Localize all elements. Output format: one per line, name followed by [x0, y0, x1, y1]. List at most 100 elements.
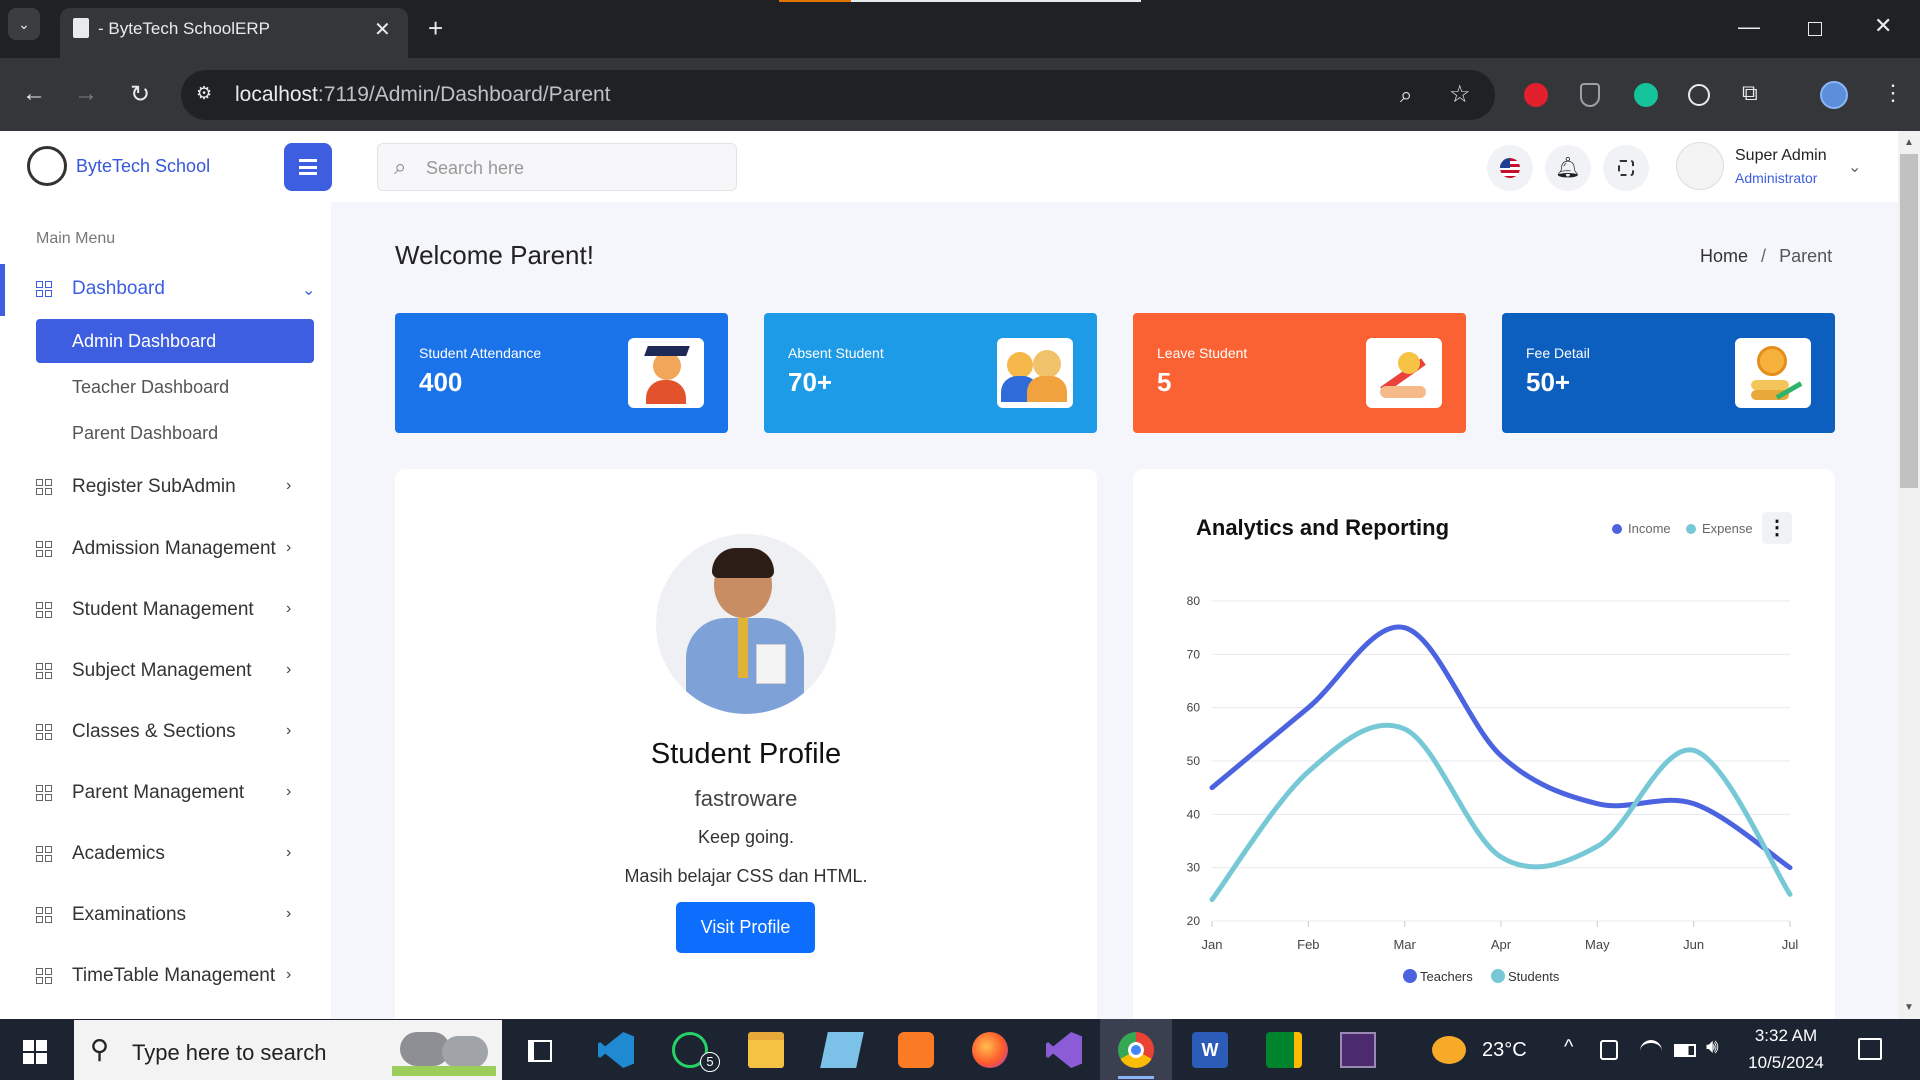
analytics-options-button[interactable]: ⋮ — [1762, 512, 1792, 544]
extension-shield-icon[interactable] — [1580, 83, 1600, 107]
weather-icon[interactable] — [1432, 1036, 1466, 1064]
sidebar-subitem-admin-dashboard[interactable]: Admin Dashboard — [36, 319, 314, 363]
chrome-icon[interactable] — [1118, 1032, 1154, 1068]
sidebar-active-indicator — [0, 264, 5, 316]
search-icon: ⚲ — [90, 1034, 110, 1064]
terminal-icon[interactable] — [1340, 1032, 1376, 1068]
search-icon: ⌕ — [394, 154, 407, 179]
back-icon[interactable]: ← — [22, 80, 46, 108]
extension-media-icon[interactable] — [1688, 84, 1710, 106]
task-view-icon[interactable] — [528, 1040, 552, 1062]
sidebar-item-dashboard[interactable]: Dashboard — [36, 278, 165, 300]
taskbar-search-input[interactable]: Type here to search — [132, 1040, 326, 1066]
x-tick-label: Jan — [1202, 937, 1223, 952]
sidebar-item-timetable-management[interactable]: TimeTable Management — [36, 965, 275, 987]
analytics-legend-expense[interactable]: Expense — [1686, 521, 1753, 536]
meet-icon[interactable] — [1266, 1032, 1302, 1068]
search-input[interactable]: Search here — [426, 158, 524, 179]
zoom-icon[interactable]: ⌕ — [1400, 82, 1412, 108]
breadcrumb-home[interactable]: Home — [1700, 246, 1748, 266]
user-name[interactable]: Super Admin — [1735, 147, 1827, 165]
series-line-teachers — [1209, 624, 1793, 871]
tray-meet-now-icon[interactable] — [1600, 1040, 1618, 1060]
tab-list-button[interactable]: ⌄ — [8, 8, 40, 40]
new-tab-icon[interactable]: + — [428, 13, 443, 44]
xampp-icon[interactable] — [898, 1032, 934, 1068]
legend-dot-icon — [1612, 523, 1622, 534]
sidebar-item-parent-management[interactable]: Parent Management — [36, 782, 244, 804]
analytics-legend-income[interactable]: Income — [1612, 521, 1671, 536]
site-info-icon[interactable]: ⚙ — [196, 83, 212, 104]
scrollbar-thumb[interactable] — [1900, 154, 1918, 488]
sidebar-subitem-parent-dashboard[interactable]: Parent Dashboard — [72, 423, 218, 444]
tab-title: - ByteTech SchoolERP — [98, 19, 270, 38]
series-line-students — [1209, 722, 1793, 903]
extension-grammarly-icon[interactable] — [1634, 83, 1658, 107]
grid-icon — [36, 602, 52, 618]
notes-app-icon[interactable] — [820, 1032, 864, 1068]
more-vertical-icon: ⋮ — [1767, 517, 1787, 539]
menu-toggle-button[interactable] — [284, 143, 332, 191]
sidebar-item-academics[interactable]: Academics — [36, 843, 165, 865]
user-avatar[interactable] — [1676, 142, 1724, 190]
clock-date[interactable]: 10/5/2024 — [1736, 1053, 1836, 1073]
notification-center-icon[interactable] — [1858, 1038, 1882, 1060]
stat-card-fee-detail[interactable]: Fee Detail 50+ — [1502, 313, 1835, 433]
firefox-icon[interactable] — [972, 1032, 1008, 1068]
grid-icon — [36, 968, 52, 984]
notification-button[interactable]: 🔔︎ — [1545, 145, 1591, 191]
minimize-icon[interactable]: — — [1738, 14, 1760, 40]
y-tick-label: 60 — [1187, 701, 1201, 715]
restore-icon[interactable] — [1808, 22, 1822, 36]
extension-stop-icon[interactable] — [1524, 83, 1548, 107]
sidebar-item-examinations[interactable]: Examinations — [36, 904, 186, 926]
url-text[interactable]: localhost:7119/Admin/Dashboard/Parent — [235, 83, 611, 107]
sidebar-item-admission-management[interactable]: Admission Management — [36, 538, 276, 560]
sidebar-item-register-subadmin[interactable]: Register SubAdmin — [36, 476, 236, 498]
windows-start-icon[interactable] — [23, 1040, 47, 1064]
chevron-down-icon[interactable]: ⌄ — [302, 280, 315, 300]
legend-label: Teachers — [1420, 969, 1473, 984]
tray-chevron-up-icon[interactable]: ^ — [1564, 1036, 1573, 1059]
search-box[interactable]: ⌕ Search here — [377, 143, 737, 191]
bookmark-star-icon[interactable]: ☆ — [1449, 80, 1471, 109]
word-icon[interactable]: W — [1192, 1032, 1228, 1068]
forward-icon[interactable]: → — [74, 80, 98, 108]
chart-series — [1209, 624, 1793, 903]
wifi-icon[interactable] — [1640, 1040, 1662, 1062]
stat-card-absent-student[interactable]: Absent Student 70+ — [764, 313, 1097, 433]
close-window-icon[interactable]: ✕ — [1874, 13, 1892, 39]
reload-icon[interactable]: ↻ — [130, 80, 150, 109]
brand-name[interactable]: ByteTech School — [76, 156, 210, 177]
sidebar-item-subject-management[interactable]: Subject Management — [36, 660, 252, 682]
stat-card-leave-student[interactable]: Leave Student 5 — [1133, 313, 1466, 433]
sidebar-subitem-teacher-dashboard[interactable]: Teacher Dashboard — [72, 377, 229, 398]
tab-close-icon[interactable]: ✕ — [374, 17, 391, 42]
battery-icon[interactable] — [1674, 1044, 1696, 1057]
user-menu-chevron-icon[interactable]: ⌄ — [1848, 157, 1861, 177]
browser-menu-icon[interactable]: ⋮ — [1882, 80, 1904, 106]
sidebar-item-label: Admission Management — [72, 538, 276, 559]
profile-avatar[interactable] — [1820, 81, 1848, 109]
taskbar-search-box[interactable]: ⚲ Type here to search — [74, 1020, 502, 1080]
scroll-down-arrow-icon[interactable]: ▼ — [1904, 1002, 1914, 1013]
extensions-puzzle-icon[interactable]: ⧉ — [1742, 80, 1758, 106]
sidebar-item-student-management[interactable]: Student Management — [36, 599, 254, 621]
graduate-icon — [628, 338, 704, 408]
chevron-right-icon: › — [286, 661, 292, 678]
bell-icon: 🔔︎ — [1555, 157, 1581, 179]
volume-icon[interactable]: 🔊︎ — [1706, 1036, 1719, 1059]
sidebar-item-classes-sections[interactable]: Classes & Sections — [36, 721, 236, 743]
profile-title: Student Profile — [650, 738, 842, 770]
file-explorer-icon[interactable] — [748, 1032, 784, 1068]
fullscreen-button[interactable] — [1603, 145, 1649, 191]
clock-time[interactable]: 3:32 AM — [1736, 1026, 1836, 1046]
weather-temperature[interactable]: 23°C — [1482, 1039, 1527, 1062]
stat-card-student-attendance[interactable]: Student Attendance 400 — [395, 313, 728, 433]
language-flag-button[interactable] — [1487, 145, 1533, 191]
breadcrumb-separator: / — [1761, 246, 1767, 266]
y-tick-label: 80 — [1187, 594, 1201, 608]
sidebar-item-label: Student Management — [72, 599, 254, 620]
visit-profile-button[interactable]: Visit Profile — [676, 902, 815, 953]
scroll-up-arrow-icon[interactable]: ▲ — [1904, 137, 1914, 148]
